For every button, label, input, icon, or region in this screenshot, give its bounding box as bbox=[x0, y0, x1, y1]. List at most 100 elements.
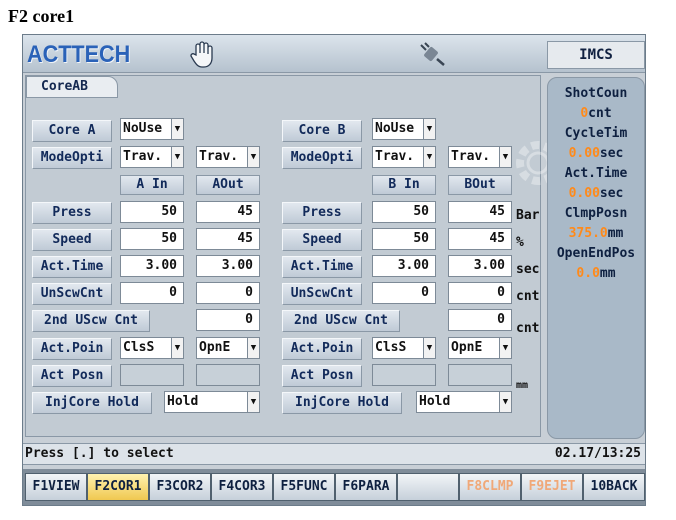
fkey-f3-core2[interactable]: F3COR2 bbox=[149, 473, 211, 501]
fkey-f8-clmp[interactable]: F8CLMP bbox=[459, 473, 521, 501]
cycle-time-readout: 0.00sec bbox=[548, 144, 644, 164]
fkey-f4-core3[interactable]: F4COR3 bbox=[211, 473, 273, 501]
acttime-a-in-field[interactable]: 3.00 bbox=[120, 255, 184, 277]
dropdown-arrow-icon: ▼ bbox=[247, 338, 259, 358]
injcore-hold-a-value: Hold bbox=[167, 394, 199, 409]
press-a-in-field[interactable]: 50 bbox=[120, 201, 184, 223]
fkey-f6-para[interactable]: F6PARA bbox=[335, 473, 397, 501]
unscw-b-in-field[interactable]: 0 bbox=[372, 282, 436, 304]
press-b-label: Press bbox=[282, 202, 362, 224]
press-b-in-field[interactable]: 50 bbox=[372, 201, 436, 223]
acttime-a-label: Act.Time bbox=[32, 256, 112, 278]
core-b-select[interactable]: NoUse ▼ bbox=[372, 118, 436, 140]
core-settings-panel: CoreAB Core A NoUse ▼ ModeOpti Trav. ▼ Tra… bbox=[25, 75, 560, 437]
actposn-a-label: Act Posn bbox=[32, 365, 112, 387]
unscw-a-in-field[interactable]: 0 bbox=[120, 282, 184, 304]
unscw-b-label: UnScwCnt bbox=[282, 283, 362, 305]
speed-a-out-field[interactable]: 45 bbox=[196, 228, 260, 250]
open-end-pos-readout: 0.0mm bbox=[548, 264, 644, 284]
mode-a-in-select[interactable]: Trav. ▼ bbox=[120, 146, 184, 168]
unscw-b-out-field[interactable]: 0 bbox=[448, 282, 512, 304]
status-bar: Press [.] to select 02.17/13:25 bbox=[23, 443, 645, 465]
actpoin-b-in-select[interactable]: ClsS ▼ bbox=[372, 337, 436, 359]
core-b-value: NoUse bbox=[375, 121, 415, 136]
dropdown-arrow-icon: ▼ bbox=[499, 392, 511, 412]
fkey-f9-ejet[interactable]: F9EJET bbox=[521, 473, 583, 501]
unscw-unit: cnt bbox=[516, 289, 540, 304]
actpoin-a-in-value: ClsS bbox=[123, 340, 155, 355]
uscw2-a-label: 2nd UScw Cnt bbox=[32, 310, 150, 332]
shot-count-label: ShotCoun bbox=[564, 86, 628, 101]
acttime-b-in-field[interactable]: 3.00 bbox=[372, 255, 436, 277]
top-bar: ACTTECH IMCS bbox=[23, 35, 645, 73]
brand-logo: ACTTECH bbox=[27, 41, 131, 68]
mode-a-out-value: Trav. bbox=[199, 149, 239, 164]
act-time-unit: sec bbox=[599, 186, 624, 201]
plug-icon bbox=[420, 42, 445, 66]
b-out-header: BOut bbox=[448, 175, 512, 195]
injcore-hold-b-select[interactable]: Hold ▼ bbox=[416, 391, 512, 413]
cycle-time-label: CycleTim bbox=[564, 126, 628, 141]
mode-b-label: ModeOpti bbox=[282, 147, 362, 169]
clamp-position-value: 375.0 bbox=[568, 226, 608, 241]
act-time-label: Act.Time bbox=[564, 166, 628, 181]
clamp-position-unit: mm bbox=[607, 226, 624, 241]
caption: F2 core1 bbox=[8, 6, 75, 26]
dropdown-arrow-icon: ▼ bbox=[423, 338, 435, 358]
press-a-out-field[interactable]: 45 bbox=[196, 201, 260, 223]
dropdown-arrow-icon: ▼ bbox=[171, 338, 183, 358]
core-a-select[interactable]: NoUse ▼ bbox=[120, 118, 184, 140]
speed-b-in-field[interactable]: 50 bbox=[372, 228, 436, 250]
dropdown-arrow-icon: ▼ bbox=[247, 147, 259, 167]
unscw-a-label: UnScwCnt bbox=[32, 283, 112, 305]
dropdown-arrow-icon: ▼ bbox=[499, 338, 511, 358]
tab-coreab[interactable]: CoreAB bbox=[26, 76, 118, 98]
mode-b-out-select[interactable]: Trav. ▼ bbox=[448, 146, 512, 168]
injcore-hold-a-select[interactable]: Hold ▼ bbox=[164, 391, 260, 413]
speed-a-label: Speed bbox=[32, 229, 112, 251]
actpoin-a-in-select[interactable]: ClsS ▼ bbox=[120, 337, 184, 359]
clamp-position-readout: 375.0mm bbox=[548, 224, 644, 244]
uscw2-a-out-field[interactable]: 0 bbox=[196, 309, 260, 331]
function-key-bar: F1VIEW F2COR1 F3COR2 F4COR3 F5FUNC F6PAR… bbox=[23, 469, 645, 505]
mode-a-label: ModeOpti bbox=[32, 147, 112, 169]
a-out-header: AOut bbox=[196, 175, 260, 195]
a-in-header: A In bbox=[120, 175, 184, 195]
fkey-f7-blank[interactable] bbox=[397, 473, 459, 501]
mode-b-in-select[interactable]: Trav. ▼ bbox=[372, 146, 436, 168]
injcore-hold-b-value: Hold bbox=[419, 394, 451, 409]
fkey-f2-core1[interactable]: F2COR1 bbox=[87, 473, 149, 501]
machine-status-panel: ShotCoun 0cnt CycleTim 0.00sec Act.Time … bbox=[547, 77, 645, 439]
dropdown-arrow-icon: ▼ bbox=[423, 119, 435, 139]
open-end-pos-unit: mm bbox=[599, 266, 616, 281]
uscw2-b-out-field[interactable]: 0 bbox=[448, 309, 512, 331]
mode-a-in-value: Trav. bbox=[123, 149, 163, 164]
act-time-readout: 0.00sec bbox=[548, 184, 644, 204]
acttime-b-label: Act.Time bbox=[282, 256, 362, 278]
b-in-header: B In bbox=[372, 175, 436, 195]
mode-b-out-value: Trav. bbox=[451, 149, 491, 164]
speed-b-out-field[interactable]: 45 bbox=[448, 228, 512, 250]
acttime-b-out-field[interactable]: 3.00 bbox=[448, 255, 512, 277]
time-unit: sec bbox=[516, 262, 540, 277]
unscw-a-out-field[interactable]: 0 bbox=[196, 282, 260, 304]
fkey-f1-view[interactable]: F1VIEW bbox=[25, 473, 87, 501]
actpoin-b-out-value: OpnE bbox=[451, 340, 483, 355]
hand-icon[interactable] bbox=[187, 39, 217, 69]
actpoin-b-out-select[interactable]: OpnE ▼ bbox=[448, 337, 512, 359]
actposn-b-out-field bbox=[448, 364, 512, 386]
actpoin-a-out-select[interactable]: OpnE ▼ bbox=[196, 337, 260, 359]
actposn-a-in-field bbox=[120, 364, 184, 386]
uscw2-unit: cnt bbox=[516, 321, 540, 336]
acttime-a-out-field[interactable]: 3.00 bbox=[196, 255, 260, 277]
speed-a-in-field[interactable]: 50 bbox=[120, 228, 184, 250]
fkey-f5-func[interactable]: F5FUNC bbox=[273, 473, 335, 501]
open-end-pos-value: 0.0 bbox=[576, 266, 600, 281]
press-b-out-field[interactable]: 45 bbox=[448, 201, 512, 223]
speed-unit: % bbox=[516, 235, 524, 250]
injcore-hold-a-label: InjCore Hold bbox=[32, 392, 152, 414]
posn-unit: mm bbox=[516, 380, 529, 391]
cycle-time-value: 0.00 bbox=[568, 146, 600, 161]
fkey-f10-back[interactable]: 10BACK bbox=[583, 473, 645, 501]
mode-a-out-select[interactable]: Trav. ▼ bbox=[196, 146, 260, 168]
